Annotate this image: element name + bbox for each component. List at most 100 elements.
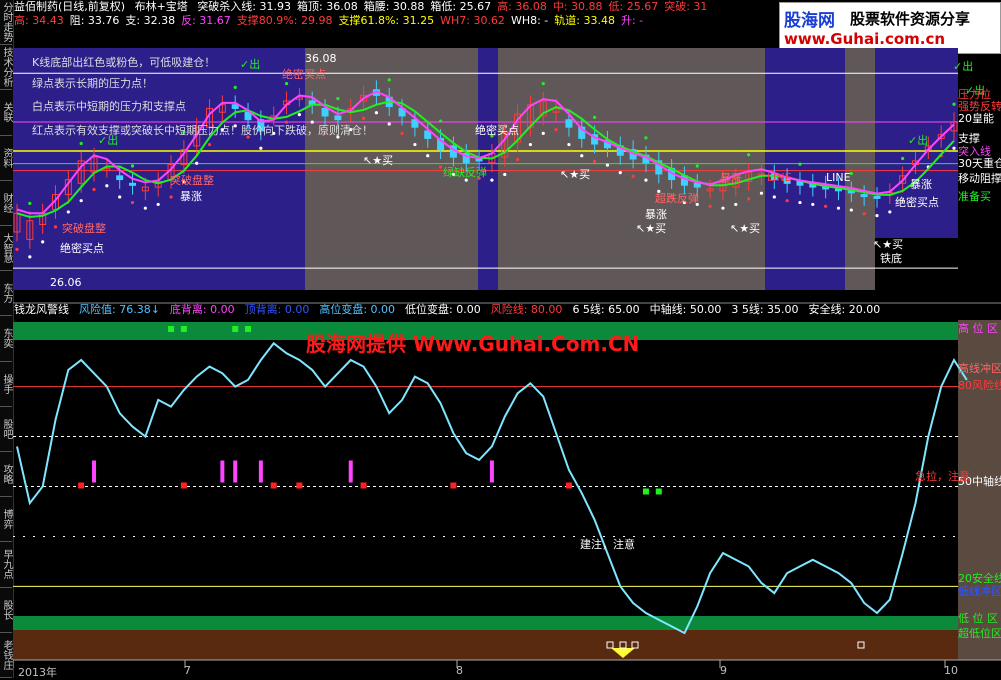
pressure-dot: [798, 162, 802, 166]
signal-label: ✓出: [98, 134, 119, 147]
pressure-dot: [28, 201, 32, 205]
top-green-marker: [245, 326, 252, 332]
pressure-dot: [644, 136, 648, 140]
red-marker: [180, 482, 187, 489]
signal-dot: [156, 202, 160, 207]
header-value: WH8: -: [510, 14, 549, 27]
pressure-dot: [541, 82, 545, 86]
bg-block: [498, 48, 765, 290]
x-axis-label: 7: [184, 664, 191, 677]
signal-label: 超跌反弹: [655, 192, 699, 205]
signal-dot: [53, 225, 58, 229]
signal-dot: [798, 200, 802, 205]
header-row-1-values: 突破杀入线: 31.93 箱顶: 36.08 箱腰: 30.88 箱低: 25.67 高…: [197, 0, 713, 13]
left-tab[interactable]: 分时走势: [0, 0, 12, 46]
signal-dot: [708, 204, 712, 208]
signal-dot: [734, 202, 738, 207]
signal-dot: [528, 142, 533, 147]
lower-note: 急拉，注意: [915, 470, 970, 483]
left-tab[interactable]: 老钱庄: [0, 633, 12, 678]
signal-dot: [361, 116, 366, 120]
left-tab[interactable]: 博弈: [0, 497, 12, 543]
candle-body: [116, 175, 124, 181]
left-tab[interactable]: 技术分析: [0, 45, 12, 91]
pink-bar: [489, 460, 494, 483]
note-3: 白点表示中短期的压力和支撑点: [32, 100, 186, 113]
header-value: WH7: 30.62: [440, 14, 505, 27]
lower-header-value: 风险线: 80.00: [490, 303, 563, 316]
signal-dot: [593, 159, 597, 163]
pink-bar: [220, 460, 225, 483]
header-value: 高: 34.43: [14, 14, 64, 27]
signal-dot: [387, 122, 391, 126]
left-tab-strip: 分时走势 技术分析 关联 资料 财经 大智慧 东方 东奕 操手 股吧 攻略 博弈 早九点 股长 老钱庄: [0, 0, 14, 678]
left-tab[interactable]: 财经: [0, 181, 12, 226]
bg-block: [765, 48, 845, 290]
candle-body: [860, 194, 868, 198]
lower-right-label: 低线冲区: [958, 585, 1001, 598]
header-value: 中: 30.88: [552, 0, 603, 13]
lower-header-value: 底背离: 0.00: [169, 303, 235, 316]
left-tab[interactable]: 大智慧: [0, 226, 12, 272]
left-tab[interactable]: 攻略: [0, 452, 12, 498]
left-tab[interactable]: 股长: [0, 588, 12, 633]
header-value: 低: 25.67: [608, 0, 659, 13]
green-marker: [642, 488, 649, 495]
signal-dot: [105, 184, 109, 188]
pressure-dot: [593, 115, 597, 119]
signal-label: ✓出: [908, 134, 929, 147]
low-zone: [13, 616, 958, 630]
signal-dot: [811, 202, 815, 207]
signal-dot: [130, 200, 135, 205]
signal-label: 绝密买点: [282, 68, 326, 81]
left-tab[interactable]: 东奕: [0, 316, 12, 362]
signal-dot: [759, 191, 764, 195]
pressure-dot: [79, 141, 83, 146]
top-green-marker: [168, 326, 175, 332]
red-marker: [270, 482, 277, 489]
left-tab[interactable]: 关联: [0, 90, 12, 136]
signal-dot: [259, 146, 263, 150]
lower-right-label: 80风险线: [958, 379, 1001, 392]
pressure-dot: [952, 102, 956, 106]
signal-label: ↖★买: [873, 238, 904, 251]
signal-label: 暴涨: [910, 178, 932, 191]
signal-dot: [15, 247, 19, 251]
right-label: 30天重仓: [958, 157, 1001, 170]
red-marker: [450, 482, 457, 489]
indicator-name[interactable]: 布林+宝塔: [135, 0, 188, 13]
line-label: LINE: [826, 171, 851, 184]
red-marker: [296, 482, 303, 489]
signal-dot: [605, 163, 610, 167]
left-tab[interactable]: 股吧: [0, 407, 12, 452]
signal-dot: [836, 206, 841, 210]
pressure-dot: [438, 119, 443, 123]
signal-dot: [631, 174, 635, 178]
signal-dot: [824, 204, 828, 208]
pressure-dot: [130, 164, 135, 168]
lower-header-value: 高位变盘: 0.00: [319, 303, 396, 316]
promo-text: 股海网提供 Www.Guhai.Com.CN: [306, 332, 640, 356]
left-tab[interactable]: 资料: [0, 136, 12, 181]
signal-dot: [952, 146, 956, 150]
note-4: 红点表示有效支撑或突破长中短期压力点！股价向下跌破，原则清仓！: [32, 124, 373, 137]
signal-dot: [143, 206, 147, 210]
bg-block: [845, 48, 875, 290]
signal-label: 绝密买点: [60, 242, 104, 255]
lower-header-value: 安全线: 20.00: [808, 303, 881, 316]
left-tab[interactable]: 操手: [0, 362, 12, 407]
header-value: 支撑61.8%: 31.25: [338, 14, 435, 27]
signal-dot: [195, 161, 199, 165]
lower-header-value: 低位变盘: 0.00: [405, 303, 481, 316]
pressure-dot: [336, 97, 340, 101]
left-tab[interactable]: 早九点: [0, 542, 12, 588]
signal-dot: [374, 111, 378, 115]
signal-dot: [567, 142, 571, 147]
signal-dot: [118, 195, 122, 199]
candle-body: [475, 158, 483, 162]
header-value: 高: 36.08: [497, 0, 547, 13]
pressure-dot: [233, 85, 237, 89]
pressure-dot: [901, 156, 905, 161]
left-tab[interactable]: 东方: [0, 271, 12, 317]
green-marker: [655, 488, 662, 495]
